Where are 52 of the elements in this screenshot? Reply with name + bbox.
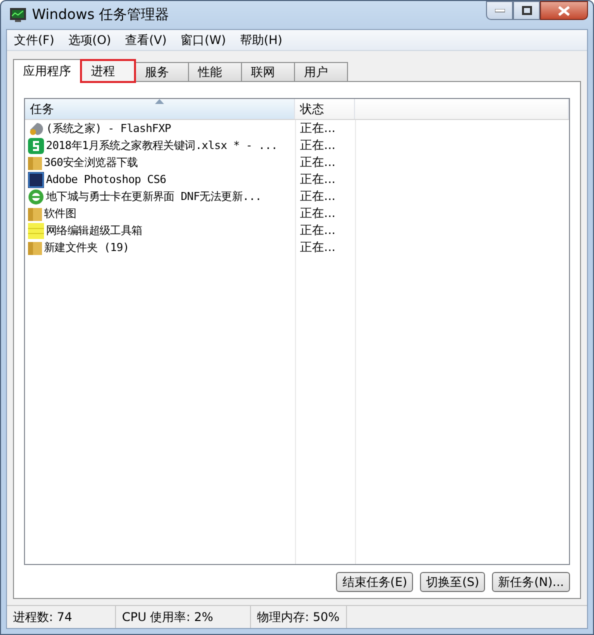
task-name[interactable]: 网络编辑超级工具箱 bbox=[46, 223, 142, 238]
task-name[interactable]: 2018年1月系统之家教程关键词.xlsx * - ... bbox=[46, 138, 278, 153]
spreadsheet-app-icon bbox=[28, 138, 44, 154]
folder-icon bbox=[28, 154, 42, 170]
tab[interactable]: 进程 bbox=[80, 59, 136, 83]
tab[interactable]: 服务 bbox=[135, 62, 189, 81]
menu-item[interactable]: 帮助(H) bbox=[232, 32, 290, 48]
action-button[interactable]: 新任务(N)... bbox=[492, 572, 570, 592]
task-status: 正在... bbox=[299, 137, 336, 154]
column-header[interactable]: 任务 bbox=[25, 99, 295, 119]
column-header[interactable]: 状态 bbox=[295, 99, 355, 119]
task-name[interactable]: 新建文件夹 (19) bbox=[44, 240, 130, 255]
browser-icon bbox=[28, 188, 44, 204]
close-button[interactable] bbox=[540, 1, 588, 20]
status-text: 进程数: 74 bbox=[7, 606, 116, 628]
task-name[interactable]: Adobe Photoshop CS6 bbox=[46, 173, 166, 186]
tab[interactable]: 联网 bbox=[241, 62, 295, 81]
menu-item[interactable]: 文件(F) bbox=[7, 32, 62, 48]
menu-item[interactable]: 查看(V) bbox=[118, 32, 174, 48]
satellite-dish-icon bbox=[28, 120, 44, 136]
tab[interactable]: 用户 bbox=[294, 62, 348, 81]
monitor-icon bbox=[10, 7, 26, 23]
task-status: 正在... bbox=[299, 239, 336, 256]
window-title: Windows 任务管理器 bbox=[32, 6, 169, 24]
tab[interactable]: 性能 bbox=[188, 62, 242, 81]
task-status: 正在... bbox=[299, 154, 336, 171]
menu-item[interactable]: 窗口(W) bbox=[174, 32, 233, 48]
folder-icon bbox=[28, 240, 42, 256]
task-status: 正在... bbox=[299, 222, 336, 239]
task-status: 正在... bbox=[299, 188, 336, 205]
status-text: 物理内存: 50% bbox=[251, 606, 347, 628]
task-name[interactable]: 360安全浏览器下载 bbox=[44, 155, 138, 170]
task-status: 正在... bbox=[299, 120, 336, 137]
task-name[interactable]: 地下城与勇士卡在更新界面 DNF无法更新... bbox=[46, 189, 262, 204]
sort-arrow-icon bbox=[155, 99, 164, 104]
task-name[interactable]: 软件图 bbox=[44, 206, 76, 221]
maximize-button[interactable] bbox=[513, 1, 540, 20]
folder-icon bbox=[28, 206, 42, 222]
maximize-icon bbox=[522, 6, 532, 15]
menu-item[interactable]: 选项(O) bbox=[61, 32, 118, 48]
minimize-button[interactable] bbox=[486, 1, 513, 20]
task-name[interactable]: (系统之家) - FlashFXP bbox=[46, 121, 171, 136]
notepad-icon bbox=[28, 222, 44, 238]
action-button[interactable]: 切换至(S) bbox=[420, 572, 486, 592]
task-status: 正在... bbox=[299, 171, 336, 188]
action-button[interactable]: 结束任务(E) bbox=[336, 572, 414, 592]
status-text: CPU 使用率: 2% bbox=[116, 606, 251, 628]
task-status: 正在... bbox=[299, 205, 336, 222]
tab[interactable]: 应用程序 bbox=[13, 59, 81, 82]
photo-app-icon bbox=[28, 172, 44, 188]
close-icon bbox=[558, 6, 570, 16]
minimize-icon bbox=[494, 8, 504, 12]
